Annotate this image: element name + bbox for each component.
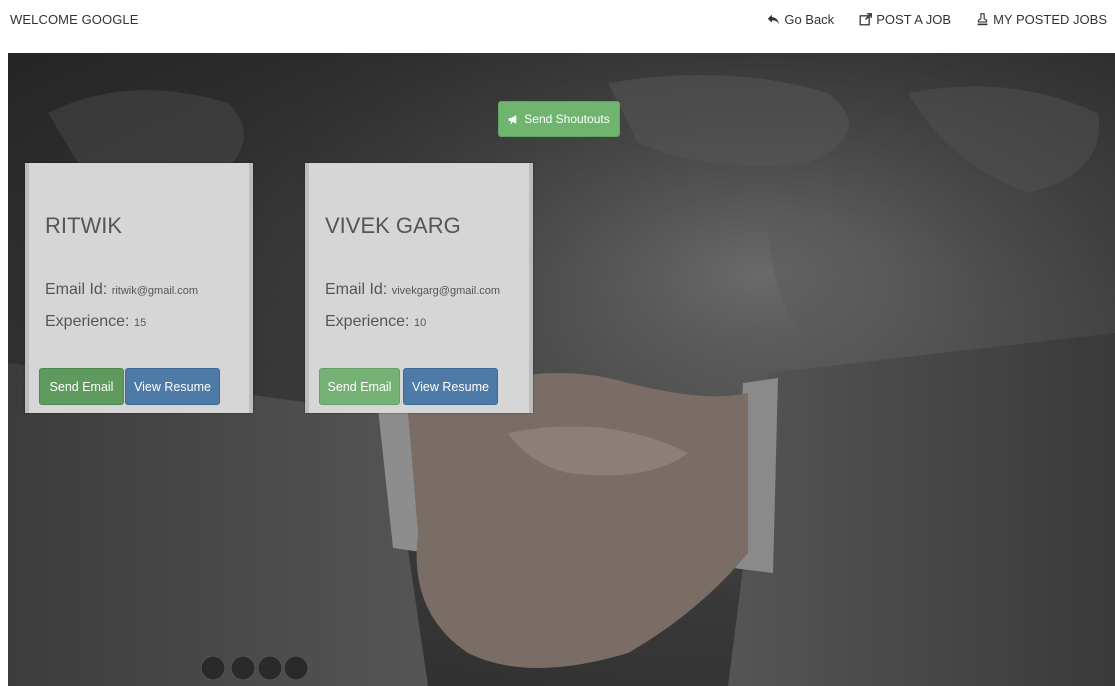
reply-icon — [768, 14, 780, 25]
post-a-job-label: POST A JOB — [876, 12, 952, 27]
my-posted-jobs-label: MY POSTED JOBS — [993, 12, 1107, 27]
bullhorn-icon — [508, 114, 517, 124]
go-back-label: Go Back — [784, 12, 835, 27]
candidate-name: RITWIK — [45, 213, 122, 238]
my-posted-jobs-link[interactable]: MY POSTED JOBS — [976, 12, 1107, 27]
experience-label: Experience: — [325, 313, 410, 330]
candidate-card: RITWIK Email Id: ritwik@gmail.com Experi… — [25, 163, 253, 413]
candidate-experience-row: Experience: 10 — [325, 313, 426, 331]
candidate-email: vivekgarg@gmail.com — [391, 285, 501, 297]
experience-label: Experience: — [45, 313, 130, 330]
candidate-email-row: Email Id: ritwik@gmail.com — [45, 281, 198, 299]
candidate-email-row: Email Id: vivekgarg@gmail.com — [325, 281, 500, 299]
candidate-email: ritwik@gmail.com — [111, 285, 199, 297]
post-a-job-link[interactable]: POST A JOB — [859, 12, 951, 27]
nav-links: Go Back POST A JOB MY POSTED JOBS — [767, 12, 1107, 27]
candidate-experience: 15 — [133, 317, 147, 329]
candidate-experience-row: Experience: 15 — [45, 313, 146, 331]
go-back-link[interactable]: Go Back — [767, 12, 834, 27]
view-resume-button[interactable]: View Resume — [125, 368, 220, 405]
email-label: Email Id: — [45, 281, 108, 298]
external-edit-icon — [859, 13, 873, 26]
send-shoutouts-label: Send Shoutouts — [524, 112, 610, 126]
navbar-brand[interactable]: WELCOME GOOGLE — [10, 12, 139, 27]
email-label: Email Id: — [325, 281, 388, 298]
send-email-button[interactable]: Send Email — [319, 368, 400, 405]
send-shoutouts-button[interactable]: Send Shoutouts — [498, 101, 620, 137]
candidate-experience: 10 — [413, 317, 427, 329]
view-resume-button[interactable]: View Resume — [403, 368, 498, 405]
stamp-icon — [977, 13, 988, 26]
candidate-card: VIVEK GARG Email Id: vivekgarg@gmail.com… — [305, 163, 533, 413]
top-navbar: WELCOME GOOGLE Go Back POST A JOB MY POS… — [0, 0, 1115, 44]
candidate-name: VIVEK GARG — [325, 213, 461, 238]
send-email-button[interactable]: Send Email — [39, 368, 124, 405]
